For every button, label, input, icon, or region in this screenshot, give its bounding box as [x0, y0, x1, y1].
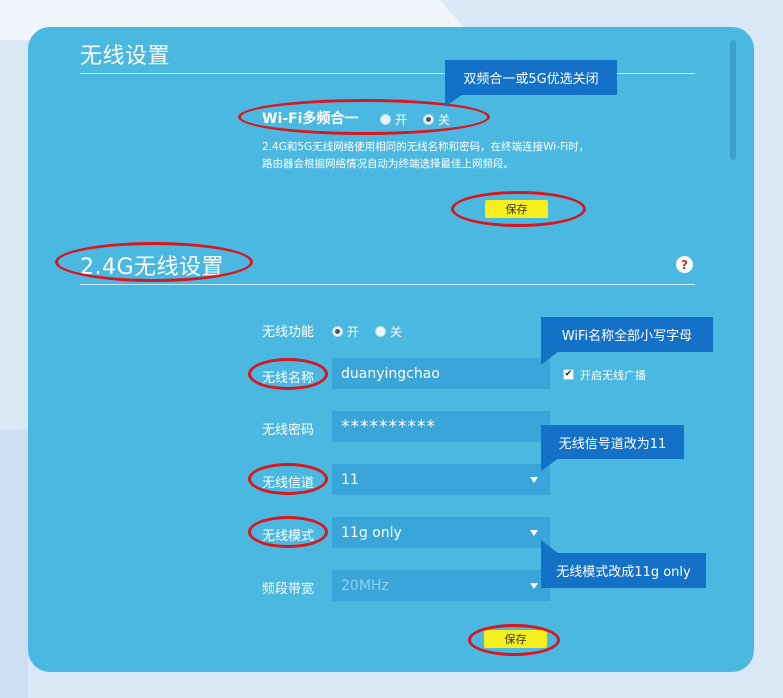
broadcast-checkbox[interactable]: ✔ [563, 369, 574, 380]
wireless-off-label: 关 [390, 325, 403, 339]
multiband-description-line1: 2.4G和5G无线网络使用相同的无线名称和密码，在终端连接Wi-Fi时， [262, 141, 590, 153]
password-input[interactable]: ********** [332, 411, 550, 442]
mode-label: 无线模式 [262, 529, 315, 544]
multiband-off-label: 关 [438, 113, 451, 127]
channel-label: 无线信道 [262, 476, 315, 491]
section-divider-2g [80, 284, 695, 285]
chevron-down-icon [530, 529, 538, 536]
channel-select[interactable]: 11 [332, 464, 550, 495]
save-button-multiband[interactable]: 保存 [485, 200, 548, 218]
chevron-down-icon [530, 476, 538, 483]
bandwidth-select[interactable]: 20MHz [332, 570, 550, 601]
bandwidth-label: 频段带宽 [262, 582, 315, 597]
callout-ssid: WiFi名称全部小写字母 [541, 317, 713, 352]
password-value: ********** [341, 416, 436, 437]
save-button-2g[interactable]: 保存 [484, 630, 547, 648]
ssid-input[interactable]: duanyingchao [332, 358, 550, 389]
wireless-function-label: 无线功能 [262, 325, 315, 340]
help-icon[interactable]: ? [676, 256, 693, 273]
mode-select[interactable]: 11g only [332, 517, 550, 548]
channel-value: 11 [341, 471, 359, 488]
wireless-off-radio[interactable] [375, 326, 387, 337]
password-label: 无线密码 [262, 423, 315, 438]
callout-channel: 无线信号道改为11 [541, 425, 684, 459]
multiband-radio-group: 开 关 [380, 111, 450, 128]
scrollbar[interactable] [730, 40, 736, 160]
multiband-on-radio[interactable] [380, 114, 391, 125]
multiband-off-radio[interactable] [423, 114, 435, 125]
multiband-on-label: 开 [395, 113, 408, 127]
broadcast-label: 开启无线广播 [580, 369, 646, 382]
ssid-value: duanyingchao [341, 365, 440, 382]
wireless-on-label: 开 [347, 325, 360, 339]
chevron-down-icon [530, 582, 538, 589]
multiband-label: Wi-Fi多频合一 [262, 111, 359, 127]
mode-value: 11g only [341, 524, 402, 541]
multiband-description-line2: 路由器会根据网络情况自动为终端选择最佳上网频段。 [262, 158, 514, 170]
callout-mode: 无线模式改成11g only [541, 553, 706, 588]
bandwidth-value: 20MHz [341, 577, 389, 594]
callout-multiband: 双频合一或5G优选关闭 [445, 60, 617, 95]
wireless-on-radio[interactable] [332, 326, 343, 337]
callout-tail [445, 94, 463, 107]
callout-tail [541, 351, 559, 365]
section-title-2g: 2.4G无线设置 [80, 255, 225, 280]
section-title-wireless: 无线设置 [80, 44, 171, 69]
wireless-function-radio-group: 开 关 [332, 323, 402, 340]
ssid-label: 无线名称 [262, 371, 315, 386]
callout-tail [541, 458, 559, 471]
